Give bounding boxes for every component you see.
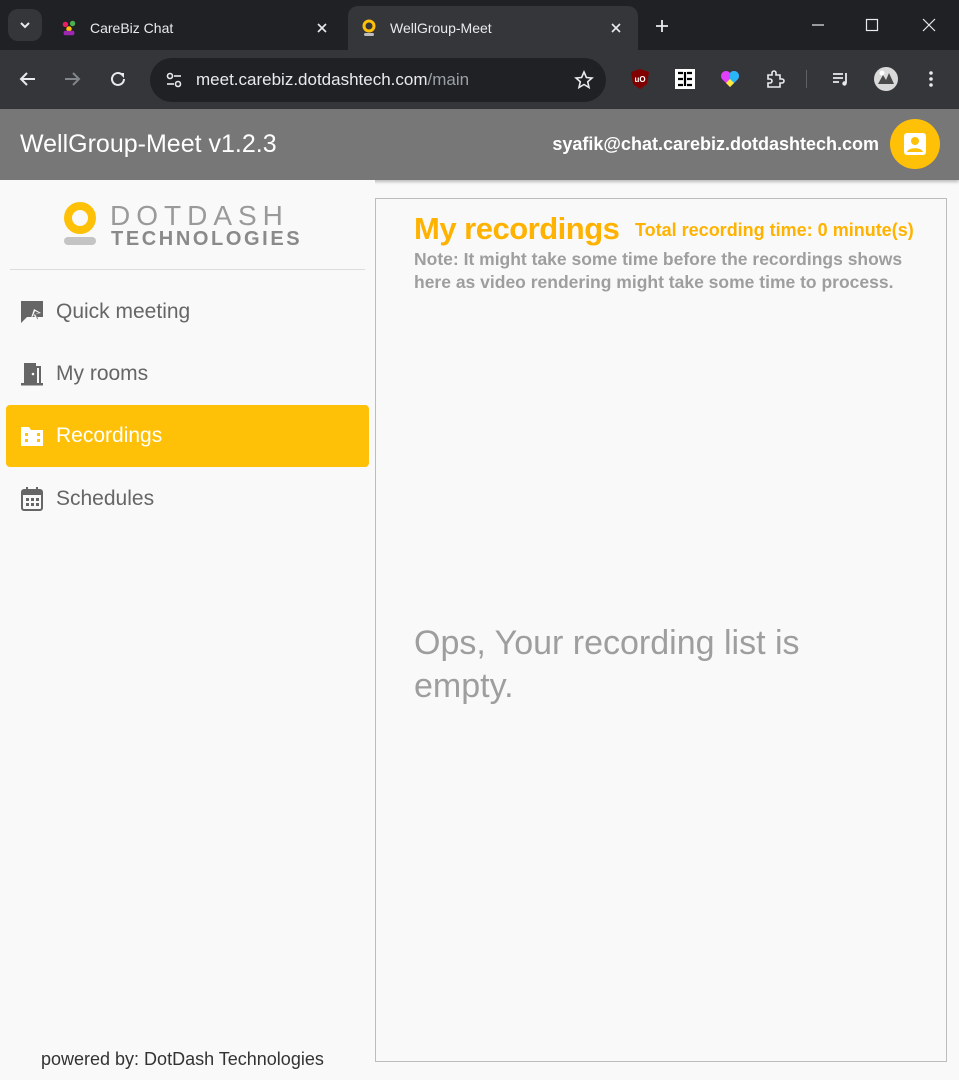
tab-search-button[interactable] <box>8 9 42 41</box>
user-avatar-button[interactable] <box>890 119 940 169</box>
sidebar-item-label: Quick meeting <box>56 300 191 323</box>
empty-state-message: Ops, Your recording list is empty. <box>414 624 800 705</box>
site-info-icon[interactable] <box>152 58 196 102</box>
sidebar-item-my-rooms[interactable]: My rooms <box>6 343 369 405</box>
extensions-puzzle-icon[interactable] <box>761 65 789 93</box>
reader-extension-icon[interactable] <box>671 65 699 93</box>
profile-avatar-icon[interactable] <box>872 65 900 93</box>
calendar-icon <box>18 485 46 513</box>
browser-tabstrip: CareBiz Chat WellGroup-Meet <box>0 0 959 50</box>
app-header: WellGroup-Meet v1.2.3 syafik@chat.carebi… <box>0 109 959 180</box>
logo-ring <box>64 202 96 234</box>
media-control-icon[interactable] <box>827 65 855 93</box>
plus-icon <box>656 20 668 32</box>
recordings-note: Note: It might take some time before the… <box>414 249 903 292</box>
heart-extension-icon[interactable] <box>716 65 744 93</box>
powered-by-footer: powered by: DotDash Technologies <box>41 1049 324 1069</box>
browser-menu-icon[interactable] <box>917 65 945 93</box>
sidebar-divider <box>10 269 365 270</box>
sidebar-item-label: Schedules <box>56 487 155 510</box>
address-bar[interactable]: meet.carebiz.dotdashtech.com/main <box>150 58 606 102</box>
close-icon[interactable] <box>606 18 626 38</box>
arrow-left-icon <box>19 72 35 86</box>
back-button[interactable] <box>13 64 43 94</box>
dotdash-logo: DOTDASH TECHNOLOGIES <box>62 200 322 250</box>
ublock-extension-icon[interactable]: uO <box>626 65 654 93</box>
door-icon <box>18 360 46 388</box>
sidebar-item-label: Recordings <box>56 424 163 447</box>
tab-carebiz-chat[interactable]: CareBiz Chat <box>48 6 344 50</box>
sidebar-item-quick-meeting[interactable]: Quick meeting <box>6 281 369 343</box>
reload-button[interactable] <box>103 64 133 94</box>
forward-button[interactable] <box>57 64 87 94</box>
url-path: /main <box>427 70 470 89</box>
app-title: WellGroup-Meet v1.2.3 <box>20 130 277 158</box>
logo-bar <box>64 237 96 245</box>
arrow-right-icon <box>65 72 81 86</box>
maximize-icon <box>865 18 879 32</box>
video-folder-icon <box>18 422 46 450</box>
url-host: meet.carebiz.dotdashtech.com <box>196 70 428 89</box>
tab-wellgroup-meet[interactable]: WellGroup-Meet <box>348 6 638 50</box>
new-tab-button[interactable] <box>648 12 676 40</box>
tab-title: WellGroup-Meet <box>390 20 492 36</box>
close-icon <box>922 18 936 32</box>
tab-title: CareBiz Chat <box>90 20 174 36</box>
bookmark-star-icon[interactable] <box>562 58 606 102</box>
sidebar-item-label: My rooms <box>56 362 149 385</box>
maximize-button[interactable] <box>857 10 887 40</box>
sidebar-item-recordings[interactable]: Recordings <box>6 405 369 467</box>
user-email: syafik@chat.carebiz.dotdashtech.com <box>552 134 879 154</box>
recordings-panel: My recordings Total recording time: 0 mi… <box>375 198 947 1062</box>
sidebar: DOTDASH TECHNOLOGIES Quick meeting My ro… <box>0 180 375 1080</box>
account-box-icon <box>904 133 926 155</box>
toolbar-separator <box>806 70 807 88</box>
minimize-icon <box>812 24 824 26</box>
quick-meeting-icon <box>18 298 46 326</box>
logo-text-bottom: TECHNOLOGIES <box>111 228 303 250</box>
svg-text:uO: uO <box>634 75 645 84</box>
close-icon[interactable] <box>312 18 332 38</box>
page-title: My recordings <box>414 211 620 246</box>
wellgroup-favicon-icon <box>360 19 378 37</box>
carebiz-favicon-icon <box>60 19 78 37</box>
close-window-button[interactable] <box>914 10 944 40</box>
reload-icon <box>111 71 125 86</box>
chevron-down-icon <box>20 22 30 29</box>
minimize-button[interactable] <box>803 10 833 40</box>
total-recording-time: Total recording time: 0 minute(s) <box>635 220 914 240</box>
browser-toolbar: meet.carebiz.dotdashtech.com/main uO <box>0 50 959 109</box>
sidebar-item-schedules[interactable]: Schedules <box>6 468 369 530</box>
url-text: meet.carebiz.dotdashtech.com/main <box>196 70 562 90</box>
